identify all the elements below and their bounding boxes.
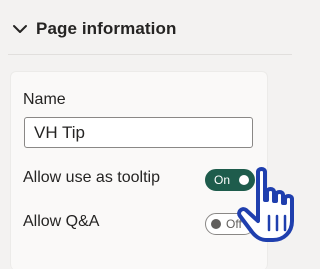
section-divider: [8, 54, 292, 55]
chevron-down-icon[interactable]: [10, 19, 30, 39]
toggle-state-text: On: [214, 173, 231, 187]
allow-qa-toggle[interactable]: Off: [205, 213, 255, 235]
format-pane: Page information Name Allow use as toolt…: [0, 0, 300, 269]
allow-qa-label: Allow Q&A: [23, 213, 100, 230]
page-name-input[interactable]: [24, 117, 253, 148]
toggle-state-text: Off: [226, 217, 242, 231]
page-information-card: Name Allow use as tooltip On Allow Q&A O…: [10, 71, 268, 269]
toggle-knob: [239, 175, 249, 185]
toggle-knob: [211, 219, 221, 229]
name-label: Name: [23, 91, 66, 108]
section-title: Page information: [36, 19, 177, 38]
page-information-header[interactable]: Page information: [10, 14, 176, 44]
allow-tooltip-label: Allow use as tooltip: [23, 169, 160, 186]
allow-tooltip-toggle[interactable]: On: [205, 169, 255, 191]
